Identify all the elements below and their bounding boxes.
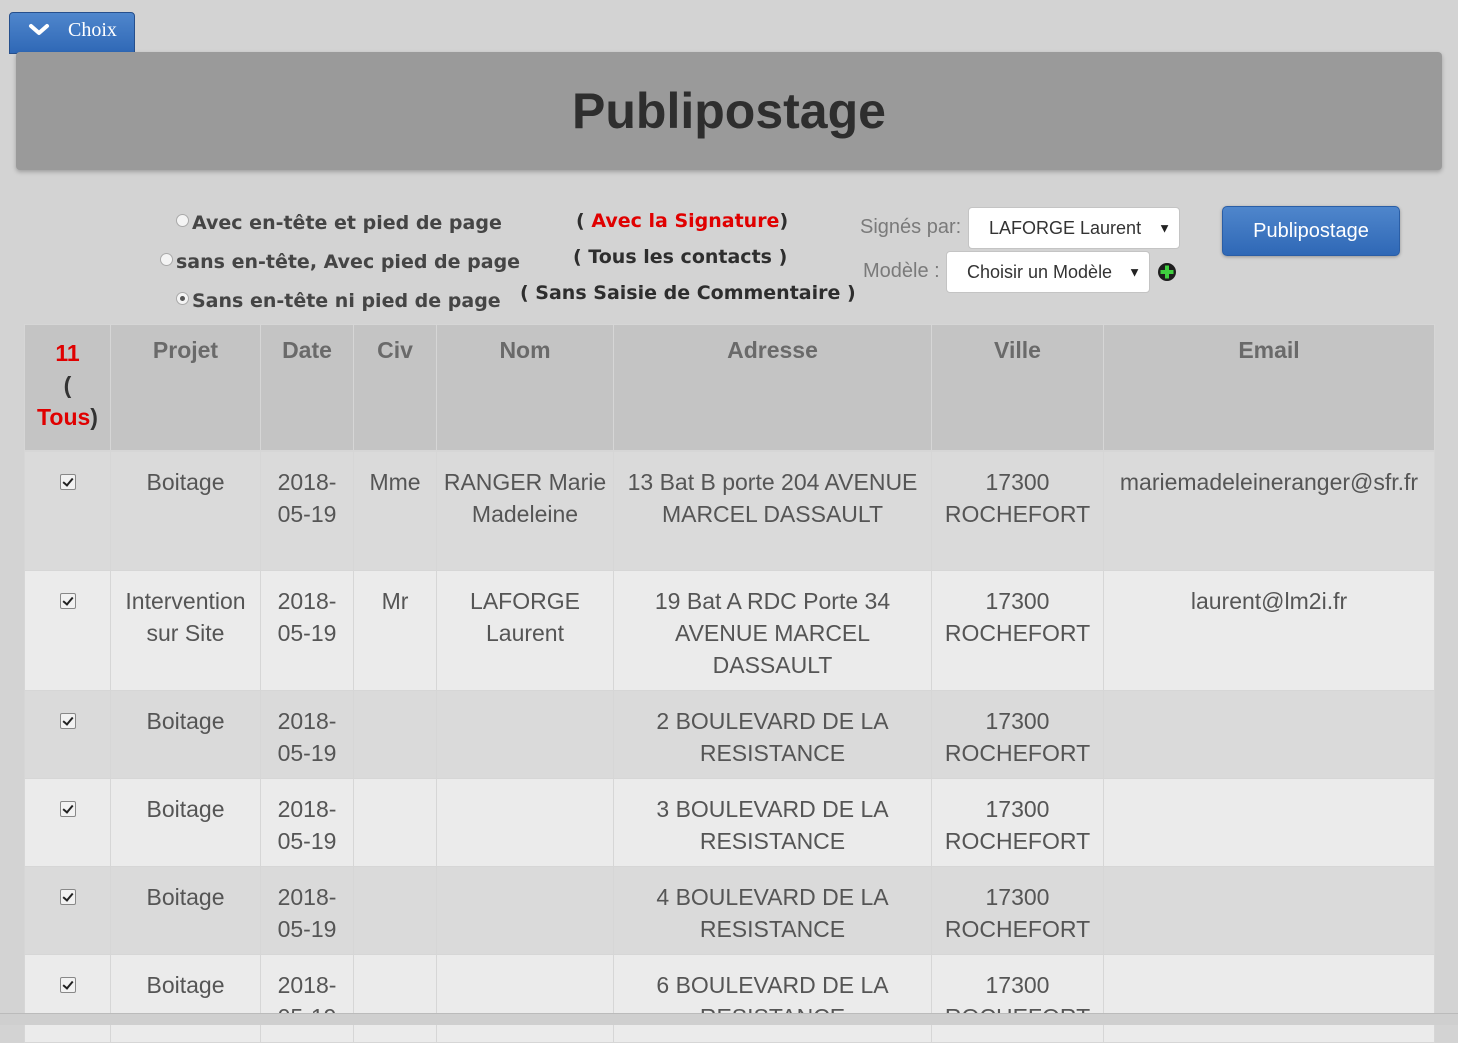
header-projet[interactable]: Projet bbox=[110, 324, 261, 452]
cell-nom bbox=[436, 954, 614, 1043]
cell-date: 2018-05-19 bbox=[260, 778, 354, 867]
cell-projet: Boitage bbox=[110, 866, 261, 955]
option-header-footer-label: Avec en-tête et pied de page bbox=[192, 212, 502, 234]
cell-nom bbox=[436, 778, 614, 867]
model-label: Modèle : bbox=[863, 260, 940, 282]
table-row: Boitage 2018-05-19 2 BOULEVARD DE LA RES… bbox=[24, 690, 1435, 779]
row-checkbox[interactable] bbox=[59, 889, 76, 905]
cell-email bbox=[1103, 954, 1435, 1043]
cell-projet: Boitage bbox=[110, 690, 261, 779]
page-banner: Publipostage bbox=[16, 52, 1442, 170]
cell-civ: Mr bbox=[353, 570, 437, 691]
option-none-label: Sans en-tête ni pied de page bbox=[192, 290, 501, 312]
cell-date: 2018-05-19 bbox=[260, 570, 354, 691]
cell-ville: 17300 ROCHEFORT bbox=[931, 690, 1104, 779]
table-row: Boitage 2018-05-19 4 BOULEVARD DE LA RES… bbox=[24, 866, 1435, 955]
horizontal-scrollbar[interactable] bbox=[0, 1013, 1458, 1025]
choix-toggle-button[interactable]: Choix bbox=[9, 12, 135, 54]
row-checkbox[interactable] bbox=[59, 801, 76, 817]
cell-email bbox=[1103, 866, 1435, 955]
cell-adresse: 13 Bat B porte 204 AVENUE MARCEL DASSAUL… bbox=[613, 450, 932, 571]
cell-civ bbox=[353, 690, 437, 779]
contacts-table: 11 ( Tous) Projet Date Civ Nom Adresse V… bbox=[24, 324, 1435, 1043]
table-row: Boitage 2018-05-19 3 BOULEVARD DE LA RES… bbox=[24, 778, 1435, 867]
cell-projet: Boitage bbox=[110, 778, 261, 867]
page-title: Publipostage bbox=[572, 83, 886, 139]
cell-adresse: 6 BOULEVARD DE LA RESISTANCE bbox=[613, 954, 932, 1043]
cell-date: 2018-05-19 bbox=[260, 954, 354, 1043]
header-ville[interactable]: Ville bbox=[931, 324, 1104, 452]
table-row: Boitage 2018-05-19 6 BOULEVARD DE LA RES… bbox=[24, 954, 1435, 1043]
dropdown-arrow-icon: ▼ bbox=[1128, 264, 1141, 280]
cell-ville: 17300 ROCHEFORT bbox=[931, 778, 1104, 867]
cell-adresse: 19 Bat A RDC Porte 34 AVENUE MARCEL DASS… bbox=[613, 570, 932, 691]
header-nom[interactable]: Nom bbox=[436, 324, 614, 452]
signed-by-select[interactable]: LAFORGE Laurent ▼ bbox=[968, 207, 1180, 249]
row-checkbox[interactable] bbox=[59, 713, 76, 729]
cell-adresse: 2 BOULEVARD DE LA RESISTANCE bbox=[613, 690, 932, 779]
selected-count: 11 bbox=[55, 340, 80, 366]
cell-date: 2018-05-19 bbox=[260, 866, 354, 955]
cell-projet: Boitage bbox=[110, 954, 261, 1043]
cell-ville: 17300 ROCHEFORT bbox=[931, 450, 1104, 571]
cell-civ: Mme bbox=[353, 450, 437, 571]
commentaire-toggle[interactable]: ( Sans Saisie de Commentaire ) bbox=[520, 282, 856, 304]
option-none[interactable]: Sans en-tête ni pied de page bbox=[176, 290, 501, 312]
signature-toggle-label: Avec la Signature bbox=[591, 210, 780, 232]
cell-projet: Boitage bbox=[110, 450, 261, 571]
radio-footer-only[interactable] bbox=[160, 252, 173, 266]
table-header-row: 11 ( Tous) Projet Date Civ Nom Adresse V… bbox=[24, 324, 1435, 452]
select-all-header[interactable]: 11 ( Tous) bbox=[24, 324, 111, 452]
cell-adresse: 3 BOULEVARD DE LA RESISTANCE bbox=[613, 778, 932, 867]
model-value: Choisir un Modèle bbox=[967, 261, 1113, 282]
cell-email: mariemadeleineranger@sfr.fr bbox=[1103, 450, 1435, 571]
cell-nom bbox=[436, 866, 614, 955]
header-adresse[interactable]: Adresse bbox=[613, 324, 932, 452]
cell-ville: 17300 ROCHEFORT bbox=[931, 570, 1104, 691]
cell-email bbox=[1103, 778, 1435, 867]
cell-ville: 17300 ROCHEFORT bbox=[931, 954, 1104, 1043]
signed-by-value: LAFORGE Laurent bbox=[989, 217, 1142, 238]
cell-email: laurent@lm2i.fr bbox=[1103, 570, 1435, 691]
row-checkbox[interactable] bbox=[59, 593, 76, 609]
cell-date: 2018-05-19 bbox=[260, 450, 354, 571]
cell-civ bbox=[353, 778, 437, 867]
radio-none[interactable] bbox=[176, 291, 189, 305]
publipostage-button[interactable]: Publipostage bbox=[1222, 206, 1400, 256]
header-email[interactable]: Email bbox=[1103, 324, 1435, 452]
option-header-footer[interactable]: Avec en-tête et pied de page bbox=[176, 212, 502, 234]
option-footer-only[interactable]: sans en-tête, Avec pied de page bbox=[160, 251, 520, 273]
choix-label: Choix bbox=[68, 18, 117, 41]
cell-date: 2018-05-19 bbox=[260, 690, 354, 779]
cell-civ bbox=[353, 866, 437, 955]
table-row: Boitage 2018-05-19 Mme RANGER Marie Made… bbox=[24, 450, 1435, 571]
signed-by-label: Signés par: bbox=[860, 216, 962, 238]
cell-nom: RANGER Marie Madeleine bbox=[436, 450, 614, 571]
header-date[interactable]: Date bbox=[260, 324, 354, 452]
option-footer-only-label: sans en-tête, Avec pied de page bbox=[176, 251, 521, 273]
add-model-icon[interactable] bbox=[1157, 262, 1177, 282]
radio-header-footer[interactable] bbox=[176, 213, 189, 227]
contacts-toggle[interactable]: ( Tous les contacts ) bbox=[573, 246, 787, 268]
row-checkbox[interactable] bbox=[59, 473, 76, 490]
cell-adresse: 4 BOULEVARD DE LA RESISTANCE bbox=[613, 866, 932, 955]
row-checkbox[interactable] bbox=[59, 977, 76, 993]
select-all-link[interactable]: Tous bbox=[37, 404, 90, 430]
dropdown-arrow-icon: ▼ bbox=[1158, 220, 1171, 236]
header-civ[interactable]: Civ bbox=[353, 324, 437, 452]
cell-ville: 17300 ROCHEFORT bbox=[931, 866, 1104, 955]
model-select[interactable]: Choisir un Modèle ▼ bbox=[946, 251, 1150, 293]
table-row: Intervention sur Site 2018-05-19 Mr LAFO… bbox=[24, 570, 1435, 691]
cell-projet: Intervention sur Site bbox=[110, 570, 261, 691]
cell-nom bbox=[436, 690, 614, 779]
cell-email bbox=[1103, 690, 1435, 779]
chevron-down-icon bbox=[29, 24, 49, 35]
cell-nom: LAFORGE Laurent bbox=[436, 570, 614, 691]
cell-civ bbox=[353, 954, 437, 1043]
signature-toggle[interactable]: ( Avec la Signature) bbox=[576, 210, 788, 232]
